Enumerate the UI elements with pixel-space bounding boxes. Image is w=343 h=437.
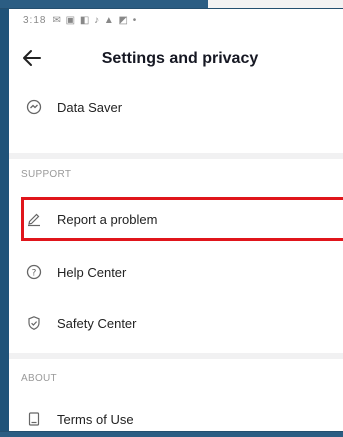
data-saver-label: Data Saver	[57, 99, 123, 115]
section-support: SUPPORT	[21, 169, 72, 180]
document-icon	[23, 408, 45, 430]
shield-icon	[23, 312, 45, 334]
settings-item-data-saver[interactable]: Data Saver	[9, 89, 343, 125]
section-about: ABOUT	[21, 373, 57, 384]
data-saver-icon	[23, 96, 45, 118]
background-card-top	[208, 0, 343, 8]
divider	[9, 353, 343, 359]
settings-item-safety-center[interactable]: Safety Center	[9, 305, 343, 341]
status-time: 3:18	[23, 14, 47, 26]
status-bar: 3:18 ✉ ▣ ◧ ♪ ▲ ◩ •	[9, 9, 343, 31]
divider	[9, 153, 343, 159]
settings-item-terms-of-use[interactable]: Terms of Use	[9, 401, 343, 437]
help-center-label: Help Center	[57, 264, 127, 280]
page-title: Settings and privacy	[101, 50, 259, 67]
status-indicators: ✉ ▣ ◧ ♪ ▲ ◩ •	[52, 14, 138, 26]
phone-screen: 3:18 ✉ ▣ ◧ ♪ ▲ ◩ • Settings and privacy …	[0, 9, 343, 431]
safety-center-label: Safety Center	[57, 315, 137, 331]
header: Settings and privacy	[9, 31, 343, 87]
svg-text:?: ?	[32, 269, 37, 279]
settings-item-help-center[interactable]: ? Help Center	[9, 254, 343, 290]
help-circle-icon: ?	[23, 261, 45, 283]
highlight-box	[21, 197, 343, 241]
back-arrow-icon[interactable]	[21, 47, 43, 69]
terms-of-use-label: Terms of Use	[57, 411, 134, 427]
